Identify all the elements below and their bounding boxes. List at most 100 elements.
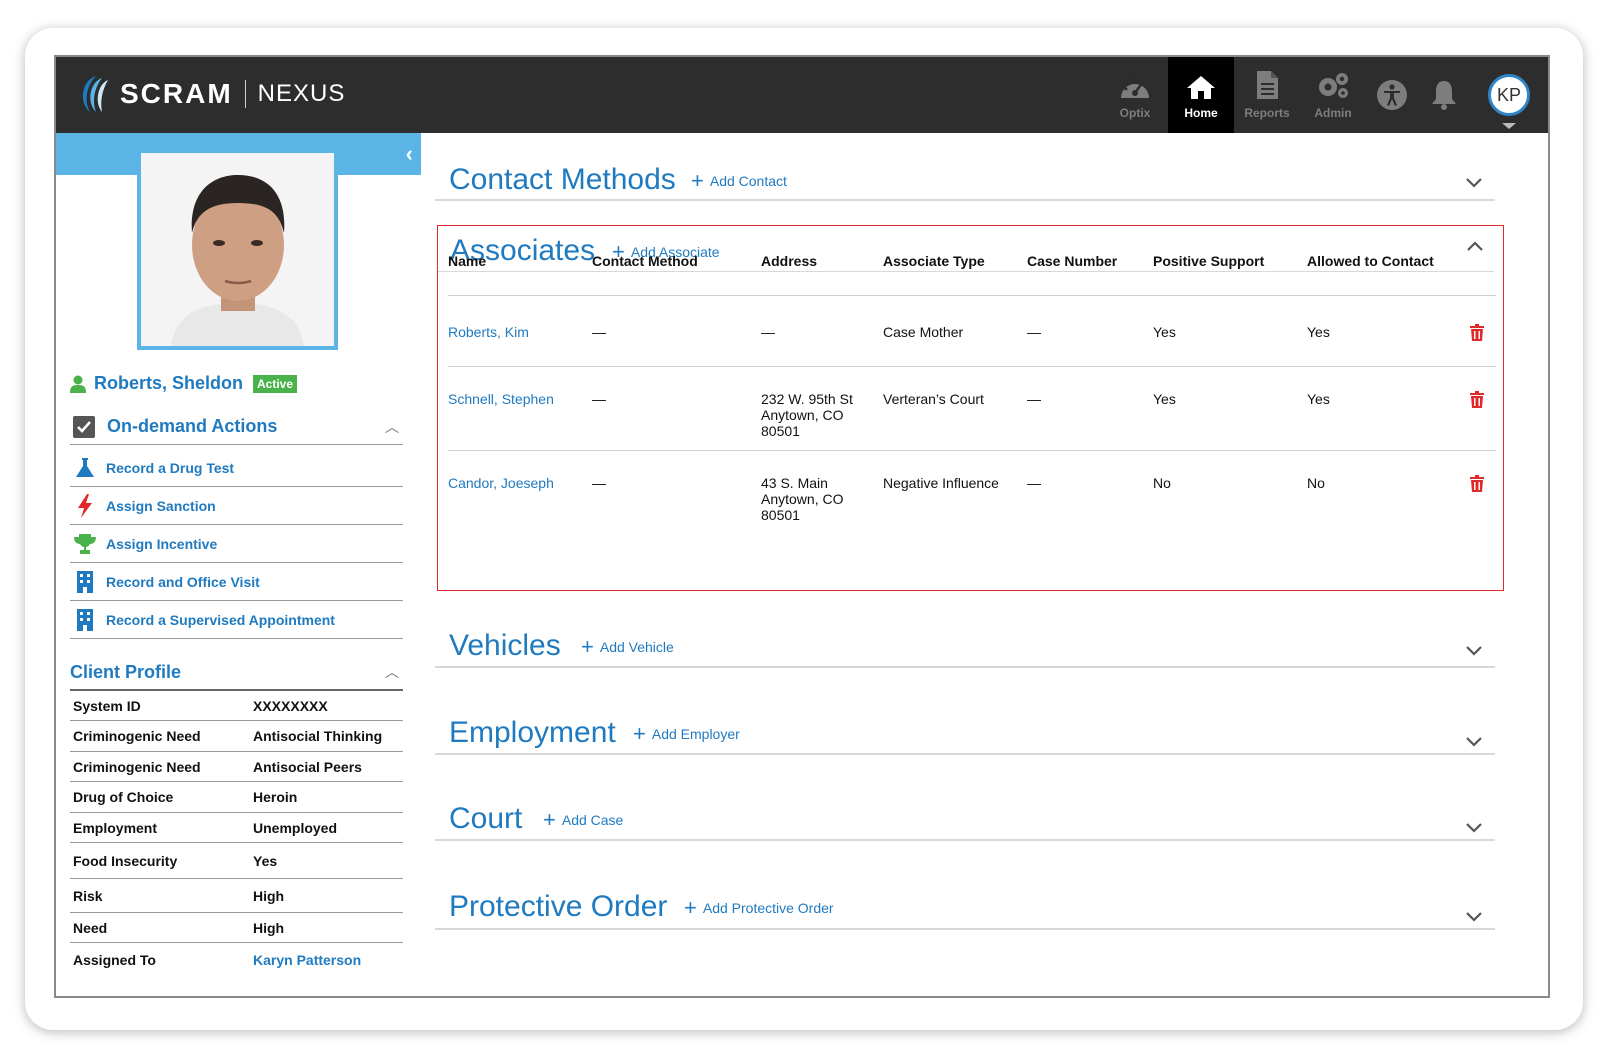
associates-panel: Associates + Add Associate Name Contact M… [437, 225, 1504, 591]
nav-reports[interactable]: Reports [1234, 57, 1300, 133]
panel-title: Contact Methods [449, 163, 676, 196]
building-icon [77, 608, 93, 631]
plus-icon: + [684, 895, 697, 920]
profile-row: System ID XXXXXXXX [70, 691, 403, 721]
nav-home[interactable]: Home [1168, 57, 1234, 133]
trophy-icon [74, 533, 96, 554]
profile-row: Criminogenic Need Antisocial Thinking [70, 721, 403, 752]
profile-row: Drug of Choice Heroin [70, 782, 403, 813]
accessibility-icon [1377, 80, 1407, 110]
table-row: Roberts, Kim — — Case Mother — Yes Yes [448, 300, 1496, 367]
profile-row: Food Insecurity Yes [70, 843, 403, 879]
gears-icon [1319, 73, 1348, 98]
nav-optix-label: Optix [1119, 106, 1151, 120]
top-bar: SCRAM NEXUS Optix Home Reports Admin KP [56, 57, 1548, 133]
action-label: Record a Supervised Appointment [106, 611, 335, 628]
accessibility-button[interactable] [1366, 57, 1418, 133]
action-label: Assign Incentive [106, 535, 218, 552]
panel-title: Protective Order [449, 890, 668, 923]
table-row: Schnell, Stephen — 232 W. 95th St Anytown… [448, 367, 1496, 451]
profile-row: Assigned To Karyn Patterson [73, 952, 362, 968]
chevron-down-icon[interactable] [1465, 822, 1483, 834]
chevron-down-icon[interactable] [1465, 645, 1483, 657]
profile-row: Risk High [70, 879, 403, 913]
chevron-down-icon[interactable] [1465, 911, 1483, 923]
client-photo-frame [137, 149, 338, 350]
caret-down-icon [1502, 123, 1516, 129]
associate-name-link[interactable]: Schnell, Stephen [448, 391, 592, 407]
collapse-sidebar-icon[interactable]: ‹ [406, 141, 413, 167]
avatar: KP [1488, 74, 1530, 116]
main-nav: Optix Home Reports Admin KP [1102, 57, 1548, 133]
chevron-up-icon[interactable]: ︿ [385, 417, 399, 437]
chevron-down-icon[interactable] [1465, 177, 1483, 189]
table-header: Name Contact Method Address Associate Ty… [448, 226, 1496, 296]
client-portrait-image [141, 153, 334, 346]
action-assign-sanction[interactable]: Assign Sanction [70, 487, 403, 525]
main-content: Contact Methods + Add Contact Associates … [421, 133, 1548, 996]
bell-icon [1432, 81, 1456, 110]
add-case-button[interactable]: + Add Case [543, 809, 623, 831]
nav-admin[interactable]: Admin [1300, 57, 1366, 133]
assigned-officer-link[interactable]: Karyn Patterson [253, 952, 361, 968]
user-menu[interactable]: KP [1470, 57, 1548, 133]
plus-icon: + [633, 721, 646, 746]
nav-admin-label: Admin [1314, 106, 1352, 120]
nav-reports-label: Reports [1244, 106, 1290, 120]
employment-panel: Employment + Add Employer [435, 710, 1495, 755]
home-icon [1187, 76, 1215, 99]
profile-title: Client Profile [70, 661, 182, 682]
profile-row: Criminogenic Need Antisocial Peers [70, 752, 403, 782]
court-panel: Court + Add Case [435, 795, 1495, 841]
nav-optix[interactable]: Optix [1102, 57, 1168, 133]
plus-icon: + [581, 634, 594, 659]
actions-list: Record a Drug Test Assign Sanction Assig… [70, 449, 403, 639]
brand-name: SCRAM [120, 78, 233, 109]
associate-name-link[interactable]: Roberts, Kim [448, 324, 592, 340]
associate-name-link[interactable]: Candor, Joeseph [448, 475, 592, 491]
person-icon [70, 375, 86, 393]
checkbox-icon [73, 415, 95, 438]
plus-icon: + [691, 168, 704, 193]
client-name[interactable]: Roberts, Sheldon [94, 373, 243, 394]
client-photo [141, 153, 334, 346]
action-record-office-visit[interactable]: Record and Office Visit [70, 563, 403, 601]
client-sidebar: ‹ Roberts, Sheldon Active On-demand Acti… [56, 133, 421, 996]
logo[interactable]: SCRAM NEXUS [74, 69, 345, 119]
plus-icon: + [543, 807, 556, 832]
building-icon [77, 570, 93, 593]
chevron-down-icon[interactable] [1465, 736, 1483, 748]
lightning-icon [78, 493, 92, 518]
panel-title: Employment [449, 716, 616, 749]
notifications-button[interactable] [1418, 57, 1470, 133]
product-name: NEXUS [257, 80, 346, 107]
trash-icon[interactable] [1469, 391, 1484, 408]
trash-icon[interactable] [1469, 475, 1484, 492]
profile-table: System ID XXXXXXXX Criminogenic Need Antis… [70, 691, 403, 977]
action-assign-incentive[interactable]: Assign Incentive [70, 525, 403, 563]
profile-header[interactable]: Client Profile ︿ [70, 655, 403, 691]
add-contact-button[interactable]: + Add Contact [691, 170, 787, 192]
app-window: SCRAM NEXUS Optix Home Reports Admin KP … [54, 55, 1550, 998]
actions-header[interactable]: On-demand Actions ︿ [70, 409, 403, 445]
protective-order-panel: Protective Order + Add Protective Order [435, 883, 1495, 930]
status-badge: Active [253, 374, 298, 393]
add-employer-button[interactable]: + Add Employer [633, 723, 740, 745]
panel-title: Vehicles [449, 629, 561, 662]
add-vehicle-button[interactable]: + Add Vehicle [581, 636, 674, 658]
trash-icon[interactable] [1469, 324, 1484, 341]
client-name-row: Roberts, Sheldon Active [70, 373, 298, 394]
add-protective-order-button[interactable]: + Add Protective Order [684, 897, 834, 919]
action-record-drug-test[interactable]: Record a Drug Test [70, 449, 403, 487]
logo-divider [244, 80, 246, 108]
action-record-supervised-appointment[interactable]: Record a Supervised Appointment [70, 601, 403, 639]
vehicles-panel: Vehicles + Add Vehicle [435, 623, 1495, 668]
action-label: Record and Office Visit [106, 573, 260, 590]
profile-row: Employment Unemployed [70, 813, 403, 843]
table-row: Candor, Joeseph — 43 S. Main Anytown, CO 8… [448, 451, 1496, 541]
panel-title: Court [449, 802, 523, 835]
associates-table: Name Contact Method Address Associate Ty… [448, 253, 1496, 541]
scram-logo-icon [82, 76, 108, 112]
chevron-up-icon[interactable]: ︿ [385, 662, 399, 682]
flask-icon [76, 457, 94, 477]
